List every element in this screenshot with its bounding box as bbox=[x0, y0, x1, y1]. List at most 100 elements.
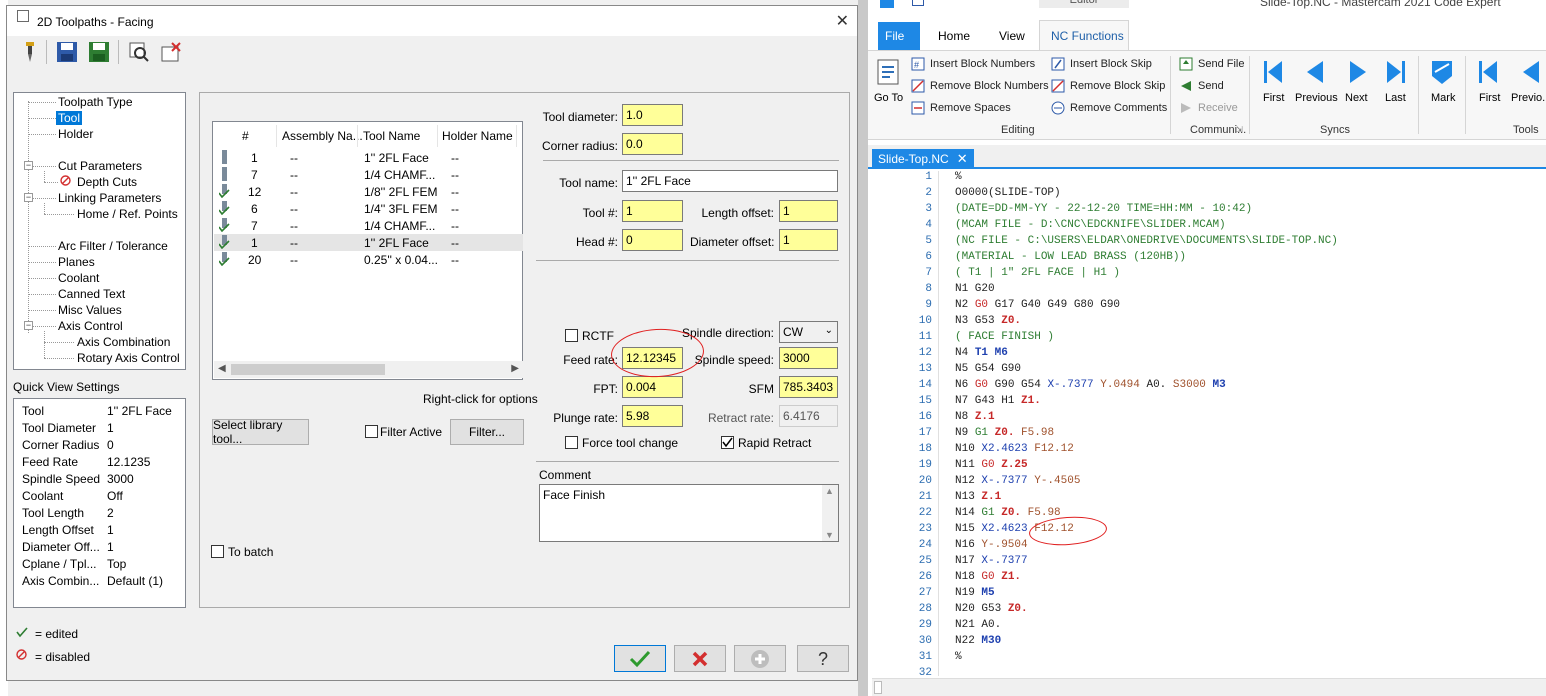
retract-rate-field[interactable]: 6.4176 bbox=[779, 405, 838, 427]
tool-list[interactable]: # Assembly Na... Tool Name Holder Name 1… bbox=[212, 121, 523, 380]
column-header-num[interactable]: # bbox=[242, 129, 249, 143]
tree-item-planes[interactable]: Planes bbox=[58, 255, 95, 269]
tree-item-rotary-axis-control[interactable]: Rotary Axis Control bbox=[77, 351, 180, 365]
collapse-box[interactable]: − bbox=[24, 321, 33, 330]
table-row[interactable]: 1 -- 1'' 2FL Face -- bbox=[214, 149, 523, 166]
mark-button[interactable]: Mark bbox=[1431, 92, 1455, 104]
tab-nc-functions-label[interactable]: NC Functions bbox=[1051, 29, 1124, 43]
tree-item-tool[interactable]: Tool bbox=[56, 111, 83, 125]
code-line[interactable]: % bbox=[955, 171, 962, 183]
code-line[interactable]: N10 X2.4623 F12.12 bbox=[955, 443, 1074, 455]
code-line[interactable]: N12 X-.7377 Y-.4505 bbox=[955, 475, 1080, 487]
table-row-selected[interactable]: 1 -- 1'' 2FL Face -- bbox=[214, 234, 523, 251]
force-tool-change-checkbox[interactable] bbox=[565, 436, 578, 449]
code-line[interactable]: N7 G43 H1 Z1. bbox=[955, 395, 1041, 407]
next-icon[interactable] bbox=[1346, 58, 1370, 86]
collapse-box[interactable]: − bbox=[24, 161, 33, 170]
code-line[interactable]: N16 Y-.9504 bbox=[955, 539, 1028, 551]
rctf-checkbox[interactable] bbox=[565, 329, 578, 342]
filter-active-checkbox[interactable] bbox=[365, 425, 378, 438]
ok-button[interactable] bbox=[614, 645, 666, 672]
send-button[interactable]: Send bbox=[1198, 80, 1224, 92]
table-row[interactable]: 12 -- 1/8'' 2FL FEM -- bbox=[214, 183, 523, 200]
tool-number-field[interactable]: 1 bbox=[622, 200, 683, 222]
help-button[interactable]: ? bbox=[797, 645, 849, 672]
tool-diameter-field[interactable]: 1.0 bbox=[622, 104, 683, 126]
collapse-box[interactable]: − bbox=[24, 193, 33, 202]
fpt-field[interactable]: 0.004 bbox=[622, 376, 683, 398]
code-line[interactable]: N6 G0 G90 G54 X-.7377 Y.0494 A0. S3000 M… bbox=[955, 379, 1226, 391]
code-line[interactable]: N18 G0 Z1. bbox=[955, 571, 1021, 583]
close-icon[interactable]: ✕ bbox=[836, 11, 849, 31]
code-line[interactable]: O0000(SLIDE-TOP) bbox=[955, 187, 1061, 199]
sync-last-button[interactable]: Last bbox=[1385, 92, 1406, 104]
rapid-retract-checkbox[interactable] bbox=[721, 436, 734, 449]
sync-next-button[interactable]: Next bbox=[1345, 92, 1368, 104]
column-header-tool-name[interactable]: Tool Name bbox=[363, 129, 420, 143]
save-as-icon[interactable] bbox=[86, 38, 112, 66]
spindle-direction-select[interactable]: CW ⌄ bbox=[779, 321, 838, 343]
last-icon[interactable] bbox=[1384, 58, 1408, 86]
tool-name-field[interactable]: 1'' 2FL Face bbox=[622, 170, 838, 192]
filter-button[interactable]: Filter... bbox=[450, 419, 524, 445]
editor-horizontal-scrollbar[interactable] bbox=[872, 678, 1546, 696]
code-line[interactable]: N13 Z.1 bbox=[955, 491, 1001, 503]
remove-block-skip-button[interactable]: Remove Block Skip bbox=[1070, 80, 1165, 92]
code-line[interactable]: N21 A0. bbox=[955, 619, 1001, 631]
to-batch-checkbox[interactable] bbox=[211, 545, 224, 558]
remove-spaces-button[interactable]: Remove Spaces bbox=[930, 102, 1011, 114]
code-line[interactable]: N2 G0 G17 G40 G49 G80 G90 bbox=[955, 299, 1120, 311]
receive-button[interactable]: Receive bbox=[1198, 102, 1238, 114]
scroll-thumb[interactable] bbox=[231, 364, 385, 375]
table-row[interactable]: 6 -- 1/4'' 3FL FEM -- bbox=[214, 200, 523, 217]
insert-block-skip-button[interactable]: Insert Block Skip bbox=[1070, 58, 1152, 70]
tab-home[interactable]: Home bbox=[938, 29, 970, 43]
dialog-launcher-icon[interactable]: ⇲ bbox=[1236, 125, 1243, 134]
head-number-field[interactable]: 0 bbox=[622, 229, 683, 251]
code-line[interactable]: ( FACE FINISH ) bbox=[955, 331, 1054, 343]
preview-icon[interactable] bbox=[126, 38, 152, 66]
code-line[interactable]: N17 X-.7377 bbox=[955, 555, 1028, 567]
sync-previous-button[interactable]: Previous bbox=[1295, 92, 1338, 104]
code-line[interactable]: N20 G53 Z0. bbox=[955, 603, 1028, 615]
tree-item-axis-control[interactable]: Axis Control bbox=[58, 319, 123, 333]
code-line[interactable]: (NC FILE - C:\USERS\ELDAR\ONEDRIVE\DOCUM… bbox=[955, 235, 1338, 247]
diameter-offset-field[interactable]: 1 bbox=[779, 229, 838, 251]
tools-first-button[interactable]: First bbox=[1479, 92, 1500, 104]
apply-button[interactable] bbox=[734, 645, 786, 672]
length-offset-field[interactable]: 1 bbox=[779, 200, 838, 222]
save-icon[interactable] bbox=[54, 38, 80, 66]
delete-icon[interactable] bbox=[158, 38, 184, 66]
column-header-assembly[interactable]: Assembly Na... bbox=[282, 129, 363, 143]
code-line[interactable]: N1 G20 bbox=[955, 283, 995, 295]
code-line[interactable]: N11 G0 Z.25 bbox=[955, 459, 1028, 471]
cancel-button[interactable] bbox=[674, 645, 726, 672]
code-line[interactable]: ( T1 | 1" 2FL FACE | H1 ) bbox=[955, 267, 1120, 279]
tab-file-label[interactable]: File bbox=[885, 29, 904, 43]
remove-comments-button[interactable]: Remove Comments bbox=[1070, 102, 1167, 114]
tree-item-coolant[interactable]: Coolant bbox=[58, 271, 99, 285]
send-file-button[interactable]: Send File bbox=[1198, 58, 1244, 70]
code-line[interactable]: (MATERIAL - LOW LEAD BRASS (120HB)) bbox=[955, 251, 1186, 263]
scroll-thumb[interactable] bbox=[874, 681, 882, 694]
tool-icon[interactable] bbox=[17, 38, 43, 66]
code-line[interactable]: N8 Z.1 bbox=[955, 411, 995, 423]
document-tab[interactable]: Slide-Top.NC ✕ bbox=[872, 149, 974, 169]
corner-radius-field[interactable]: 0.0 bbox=[622, 133, 683, 155]
table-row[interactable]: 7 -- 1/4 CHAMF... -- bbox=[214, 166, 523, 183]
tree-item-depth-cuts[interactable]: Depth Cuts bbox=[77, 175, 137, 189]
code-line[interactable]: N4 T1 M6 bbox=[955, 347, 1008, 359]
tree-item-home-ref-points[interactable]: Home / Ref. Points bbox=[77, 207, 178, 221]
table-row[interactable]: 7 -- 1/4 CHAMF... -- bbox=[214, 217, 523, 234]
comment-field[interactable]: Face Finish ▲ ▼ bbox=[539, 484, 839, 542]
sfm-field[interactable]: 785.3403 bbox=[779, 376, 838, 398]
code-editor[interactable]: 1% 2 O0000(SLIDE-TOP) 3 (DATE=DD-MM-YY - 22-… bbox=[872, 171, 1546, 679]
code-line[interactable]: N3 G53 Z0. bbox=[955, 315, 1021, 327]
tree-item-canned-text[interactable]: Canned Text bbox=[58, 287, 125, 301]
tree-item-arc-filter[interactable]: Arc Filter / Tolerance bbox=[58, 239, 168, 253]
tree-item-misc-values[interactable]: Misc Values bbox=[58, 303, 122, 317]
code-line[interactable]: N5 G54 G90 bbox=[955, 363, 1021, 375]
first-icon[interactable] bbox=[1261, 58, 1285, 86]
comment-scrollbar[interactable]: ▲ ▼ bbox=[822, 485, 838, 541]
goto-button[interactable]: Go To bbox=[874, 92, 903, 104]
